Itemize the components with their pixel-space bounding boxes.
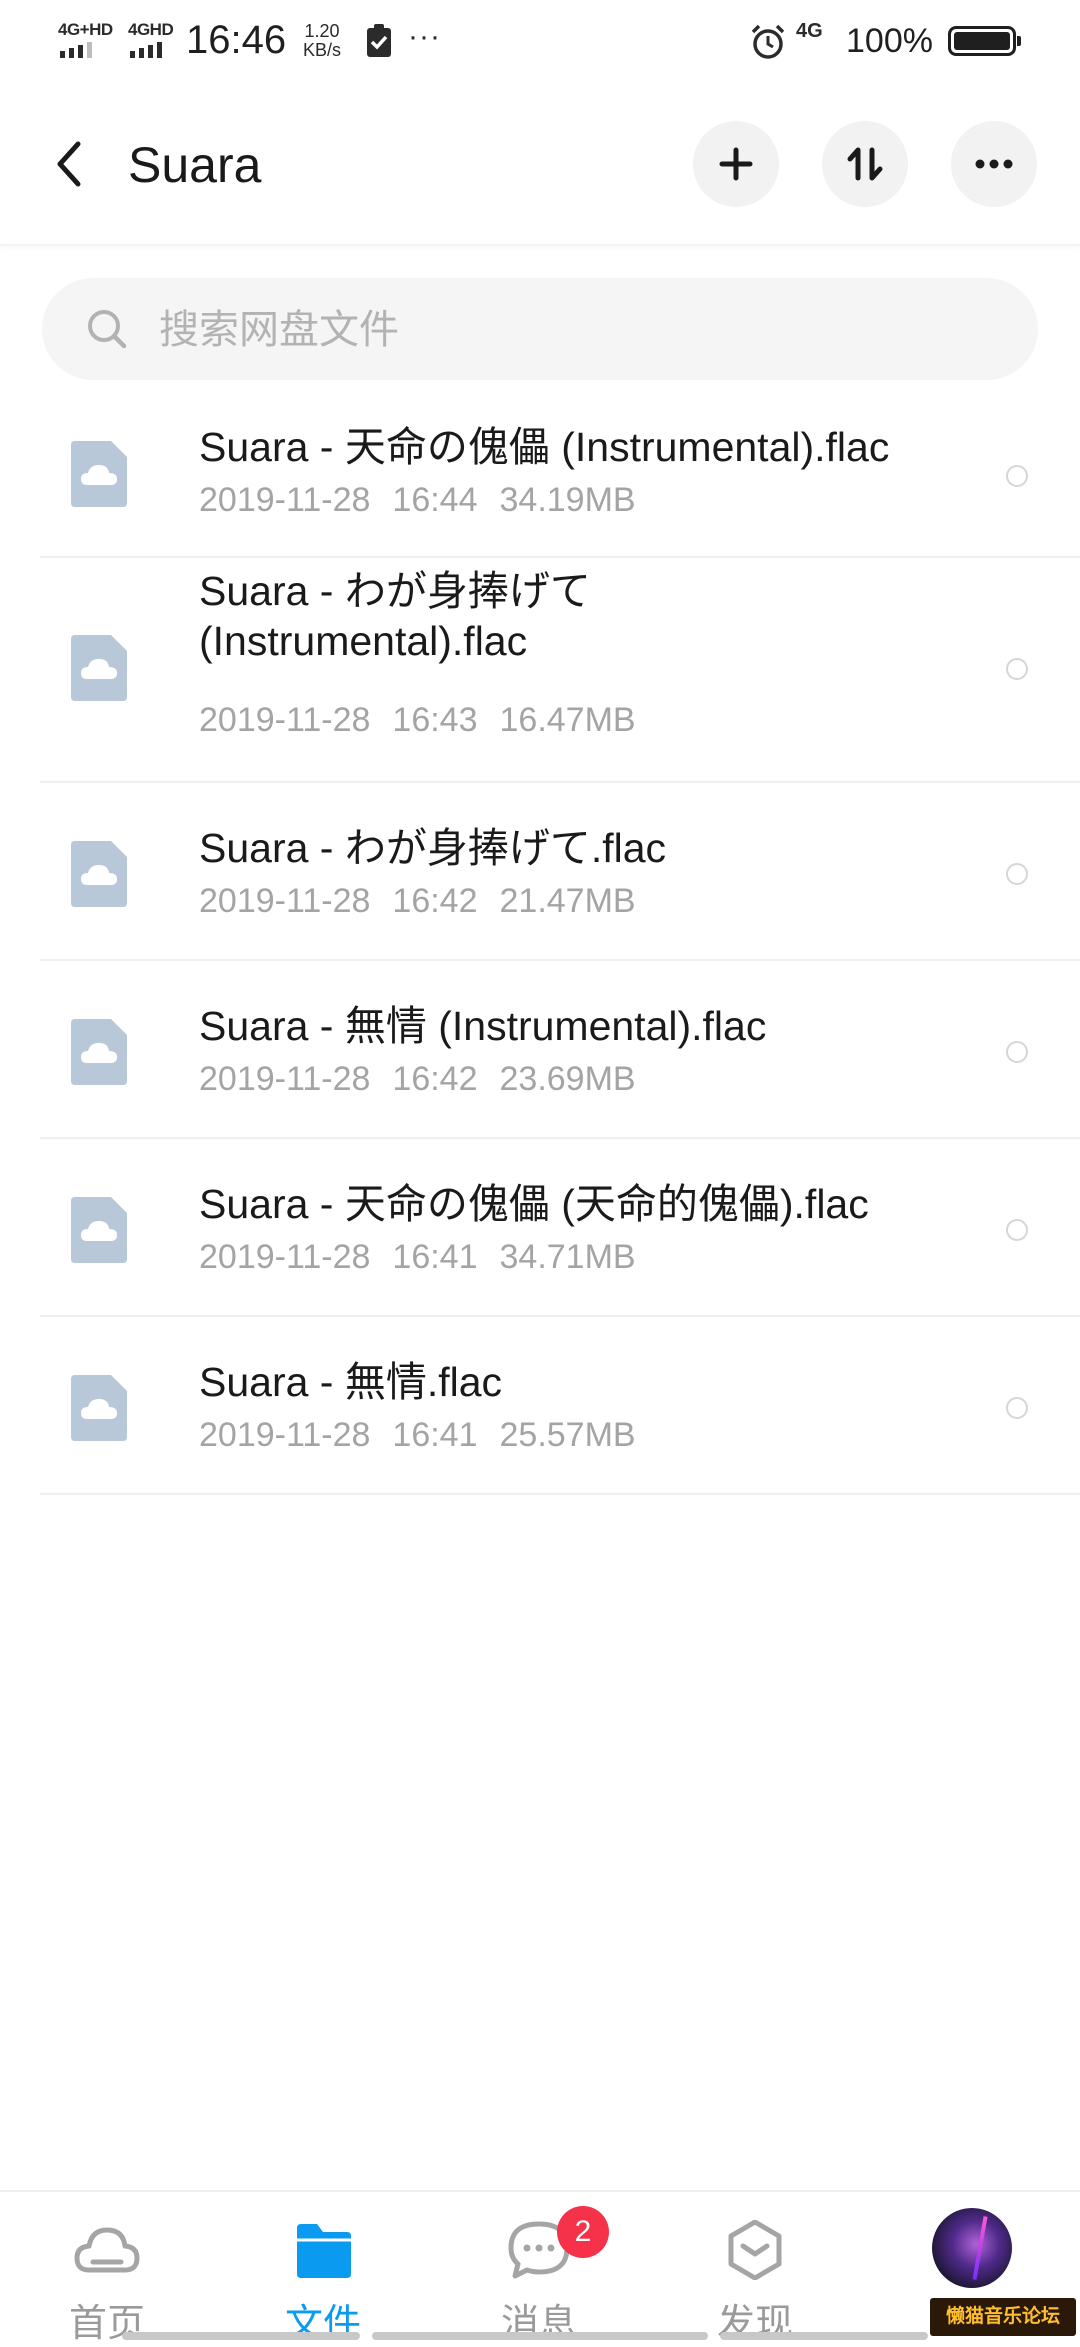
file-size: 23.69MB bbox=[499, 1060, 636, 1098]
top-app-bar: Suara bbox=[0, 84, 1080, 246]
file-row[interactable]: Suara - 天命の傀儡 (Instrumental).flac 2019-1… bbox=[40, 396, 1080, 558]
add-button[interactable] bbox=[693, 121, 779, 207]
forum-watermark: 懒猫音乐论坛 bbox=[930, 2298, 1076, 2336]
file-time: 16:41 bbox=[392, 1416, 478, 1454]
file-name: Suara - 天命の傀儡 (Instrumental).flac bbox=[199, 424, 890, 470]
battery-icon bbox=[948, 26, 1021, 56]
file-name: Suara - わが身捧げて (Instrumental).flac bbox=[199, 568, 591, 664]
file-time: 16:41 bbox=[392, 1238, 478, 1276]
cloud-file-icon bbox=[71, 1019, 127, 1085]
file-size: 21.47MB bbox=[499, 882, 636, 920]
nav-discover[interactable]: 发现 bbox=[665, 2192, 845, 2345]
file-name: Suara - 無情 (Instrumental).flac bbox=[199, 1003, 767, 1049]
file-name: Suara - 天命の傀儡 (天命的傀儡).flac bbox=[199, 1181, 869, 1227]
file-row[interactable]: Suara - 天命の傀儡 (天命的傀儡).flac 2019-11-28 16:… bbox=[40, 1139, 1080, 1317]
status-more-icon: ··· bbox=[408, 20, 441, 53]
network-4g-indicator: 4G bbox=[796, 20, 823, 42]
file-meta: 2019-11-28 16:41 25.57MB bbox=[199, 1415, 658, 1455]
gesture-bar bbox=[122, 2332, 360, 2340]
select-radio[interactable] bbox=[1006, 1219, 1028, 1241]
search-input[interactable] bbox=[157, 300, 1001, 360]
file-time: 16:44 bbox=[392, 481, 478, 519]
clipboard-check-icon bbox=[367, 24, 391, 57]
search-bar[interactable] bbox=[42, 278, 1038, 380]
select-radio[interactable] bbox=[1006, 1397, 1028, 1419]
profile-avatar[interactable] bbox=[932, 2208, 1012, 2288]
discover-hexagon-icon bbox=[728, 2220, 782, 2280]
file-date: 2019-11-28 bbox=[199, 481, 371, 519]
back-arrow-icon[interactable] bbox=[40, 134, 100, 194]
file-time: 16:42 bbox=[392, 1060, 478, 1098]
network-speed-value: 1.20 bbox=[304, 21, 340, 41]
nav-home[interactable]: 首页 bbox=[17, 2192, 197, 2345]
file-size: 16.47MB bbox=[499, 701, 636, 739]
select-radio[interactable] bbox=[1006, 465, 1028, 487]
status-bar: 4G+HD 4GHD 16:46 1.20 KB/s ··· 4G 100% bbox=[0, 0, 1080, 84]
file-date: 2019-11-28 bbox=[199, 1416, 371, 1454]
select-radio[interactable] bbox=[1006, 1041, 1028, 1063]
cloud-file-icon bbox=[71, 1375, 127, 1441]
battery-percent: 100% bbox=[846, 22, 933, 60]
file-list: Suara - 天命の傀儡 (Instrumental).flac 2019-1… bbox=[0, 396, 1080, 1495]
gesture-bar bbox=[720, 2332, 928, 2340]
file-row[interactable]: Suara - わが身捧げて (Instrumental).flac 2019-… bbox=[40, 558, 1080, 783]
file-meta: 2019-11-28 16:42 21.47MB bbox=[199, 881, 658, 921]
more-options-button[interactable] bbox=[951, 121, 1037, 207]
file-name: Suara - 無情.flac bbox=[199, 1359, 503, 1405]
file-name: Suara - わが身捧げて.flac bbox=[199, 825, 667, 871]
signal-bars-icon bbox=[60, 42, 92, 58]
nav-messages[interactable]: 2 消息 bbox=[449, 2192, 629, 2345]
file-meta: 2019-11-28 16:44 34.19MB bbox=[199, 480, 658, 520]
more-horizontal-icon bbox=[975, 159, 1013, 169]
nav-files[interactable]: 文件 bbox=[233, 2192, 413, 2345]
file-date: 2019-11-28 bbox=[199, 701, 371, 739]
file-date: 2019-11-28 bbox=[199, 1238, 371, 1276]
cloud-file-icon bbox=[71, 841, 127, 907]
cloud-file-icon bbox=[71, 635, 127, 701]
file-size: 34.71MB bbox=[499, 1238, 636, 1276]
cloud-file-icon bbox=[71, 441, 127, 507]
sim2-label: 4GHD bbox=[128, 20, 174, 39]
sort-arrows-icon bbox=[847, 147, 883, 181]
file-date: 2019-11-28 bbox=[199, 882, 371, 920]
file-row[interactable]: Suara - わが身捧げて.flac 2019-11-28 16:42 21.47… bbox=[40, 783, 1080, 961]
network-speed-unit: KB/s bbox=[303, 40, 342, 60]
file-time: 16:42 bbox=[392, 882, 478, 920]
cloud-file-icon bbox=[71, 1197, 127, 1263]
file-row[interactable]: Suara - 無情 (Instrumental).flac 2019-11-2… bbox=[40, 961, 1080, 1139]
network-speed: 1.20 KB/s bbox=[303, 22, 341, 60]
file-time: 16:43 bbox=[392, 701, 478, 739]
bottom-navigation: 首页 文件 2 消息 发现 bbox=[0, 2190, 1080, 2345]
file-meta: 2019-11-28 16:42 23.69MB bbox=[199, 1059, 658, 1099]
file-meta: 2019-11-28 16:43 16.47MB bbox=[199, 700, 658, 740]
search-icon bbox=[88, 310, 127, 349]
signal-bars-icon bbox=[130, 42, 162, 58]
page-title: Suara bbox=[128, 137, 262, 193]
sim1-label: 4G+HD bbox=[58, 20, 113, 39]
sort-button[interactable] bbox=[822, 121, 908, 207]
file-size: 25.57MB bbox=[499, 1416, 636, 1454]
file-row[interactable]: Suara - 無情.flac 2019-11-28 16:41 25.57MB bbox=[40, 1317, 1080, 1495]
file-date: 2019-11-28 bbox=[199, 1060, 371, 1098]
status-time: 16:46 bbox=[186, 18, 287, 62]
cloud-home-icon bbox=[74, 2227, 140, 2273]
gesture-bar bbox=[372, 2332, 708, 2340]
folder-icon bbox=[297, 2224, 351, 2278]
alarm-clock-icon bbox=[751, 24, 785, 59]
plus-icon bbox=[719, 147, 753, 181]
select-radio[interactable] bbox=[1006, 863, 1028, 885]
file-size: 34.19MB bbox=[499, 481, 636, 519]
select-radio[interactable] bbox=[1006, 658, 1028, 680]
message-count-badge: 2 bbox=[557, 2206, 609, 2258]
file-meta: 2019-11-28 16:41 34.71MB bbox=[199, 1237, 658, 1277]
